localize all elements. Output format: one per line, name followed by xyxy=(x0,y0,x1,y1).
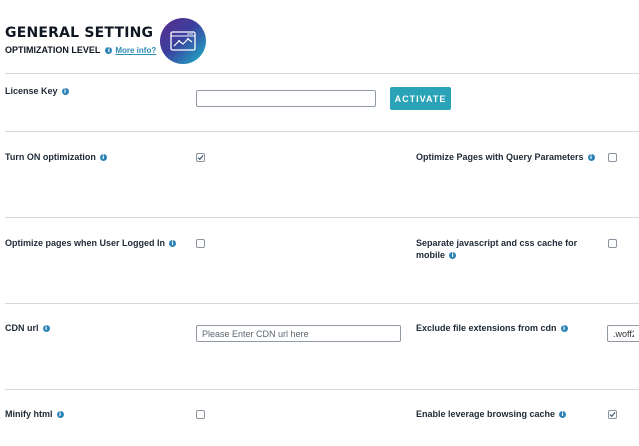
info-icon[interactable]: i xyxy=(559,410,567,418)
cdn-url-label: CDN url i xyxy=(5,323,50,333)
general-setting-page: GENERAL SETTING OPTIMIZATION LEVEL i Mor… xyxy=(0,0,639,446)
turn-on-optimization-checkbox[interactable] xyxy=(196,153,205,162)
info-icon[interactable]: i xyxy=(169,239,177,247)
info-icon[interactable]: i xyxy=(449,252,457,260)
turn-on-optimization-label: Turn ON optimization i xyxy=(5,152,107,162)
activate-button[interactable]: ACTIVATE xyxy=(390,87,451,110)
info-icon[interactable]: i xyxy=(56,410,64,418)
license-key-input[interactable] xyxy=(196,90,376,107)
info-icon[interactable]: i xyxy=(99,153,107,161)
separate-mobile-cache-checkbox[interactable] xyxy=(608,239,617,248)
more-info-link[interactable]: More info? xyxy=(115,46,156,55)
check-icon xyxy=(197,155,204,161)
exclude-extensions-label: Exclude file extensions from cdn i xyxy=(416,323,568,333)
optimize-query-params-label: Optimize Pages with Query Parameters i xyxy=(416,152,595,162)
info-icon[interactable]: i xyxy=(42,324,50,332)
license-key-label: License Key i xyxy=(5,86,69,96)
page-title: GENERAL SETTING xyxy=(5,25,154,41)
optimization-level-heading: OPTIMIZATION LEVEL i More info? xyxy=(5,45,156,55)
info-icon[interactable]: i xyxy=(560,324,568,332)
info-icon[interactable]: i xyxy=(587,153,595,161)
leverage-browsing-cache-label: Enable leverage browsing cache i xyxy=(416,409,567,419)
divider xyxy=(5,73,639,74)
check-icon xyxy=(609,412,616,418)
optimization-level-label: OPTIMIZATION LEVEL xyxy=(5,45,101,55)
divider xyxy=(5,389,639,390)
exclude-extensions-input[interactable] xyxy=(607,325,639,342)
minify-html-checkbox[interactable] xyxy=(196,410,205,419)
browser-window-graph-icon xyxy=(160,18,206,64)
optimize-logged-in-checkbox[interactable] xyxy=(196,239,205,248)
divider xyxy=(5,131,639,132)
info-icon[interactable]: i xyxy=(105,46,113,54)
info-icon[interactable]: i xyxy=(61,87,69,95)
divider xyxy=(5,303,639,304)
divider xyxy=(5,217,639,218)
separate-mobile-cache-label: Separate javascript and css cache for mo… xyxy=(416,238,578,260)
minify-html-label: Minify html i xyxy=(5,409,64,419)
cdn-url-input[interactable] xyxy=(196,325,401,342)
leverage-browsing-cache-checkbox[interactable] xyxy=(608,410,617,419)
optimize-query-params-checkbox[interactable] xyxy=(608,153,617,162)
optimize-logged-in-label: Optimize pages when User Logged In i xyxy=(5,238,177,248)
